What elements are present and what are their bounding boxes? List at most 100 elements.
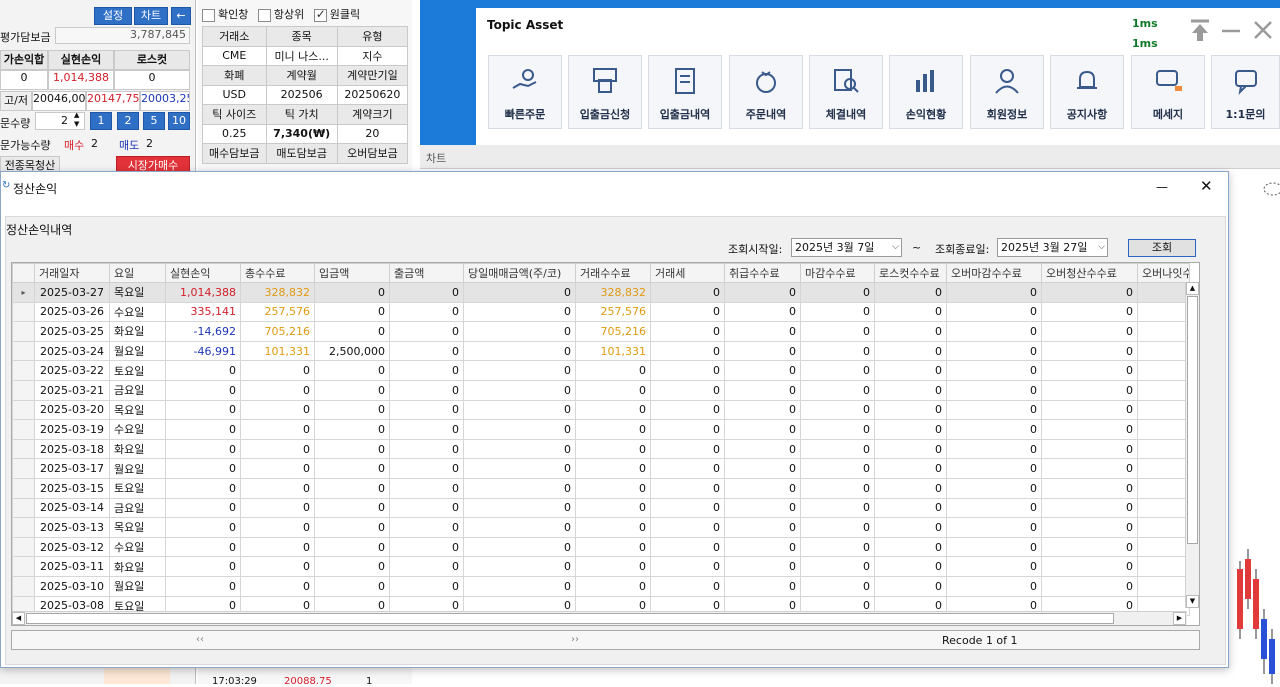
qty-1-button[interactable]: 1 bbox=[90, 112, 112, 130]
scroll-up-icon[interactable]: ▲ bbox=[1186, 282, 1199, 295]
table-row[interactable]: 2025-03-14 금요일 0 0 0 0 0 0 0 0 0 0 0 0 bbox=[12, 497, 1190, 519]
column-header[interactable]: 오버마감수수료 bbox=[946, 263, 1042, 283]
table-row[interactable]: 2025-03-17 월요일 0 0 0 0 0 0 0 0 0 0 0 0 bbox=[12, 458, 1190, 479]
horizontal-scrollbar[interactable]: ◀ ▶ bbox=[12, 611, 1187, 625]
scroll-thumb[interactable] bbox=[26, 613, 1114, 624]
table-cell-pad bbox=[1137, 458, 1190, 479]
tile-fill-history[interactable]: 체결내역 bbox=[809, 55, 883, 129]
stepper-arrows-icon[interactable]: ▲ ▼ bbox=[74, 111, 79, 129]
table-row[interactable]: 2025-03-25 화요일 -14,692 705,216 0 0 0 705,216 0 0 0… bbox=[12, 321, 1190, 342]
column-header[interactable]: 오버청산수수료 bbox=[1041, 263, 1138, 283]
column-header[interactable]: 거래세 bbox=[650, 263, 725, 283]
column-header[interactable]: 당일매매금액(주/코) bbox=[463, 263, 576, 283]
column-header[interactable]: 거래수수료 bbox=[575, 263, 651, 283]
info-header: 계약월 bbox=[265, 65, 338, 86]
tile-quick-order[interactable]: 빠른주문 bbox=[488, 55, 562, 129]
checkbox-checked-icon[interactable] bbox=[313, 7, 327, 22]
one-click-check[interactable]: 원클릭 bbox=[313, 7, 360, 22]
chart-button[interactable]: 차트 bbox=[134, 7, 168, 25]
scroll-right-icon[interactable]: ▶ bbox=[1173, 612, 1186, 625]
row-indicator[interactable] bbox=[12, 301, 35, 323]
query-button[interactable]: 조회 bbox=[1128, 239, 1196, 257]
tile-deposit-history[interactable]: 입출금내역 bbox=[648, 55, 722, 129]
column-header[interactable]: 출금액 bbox=[389, 263, 464, 283]
info-header: 매수담보금 bbox=[202, 143, 267, 164]
table-row[interactable]: 2025-03-19 수요일 0 0 0 0 0 0 0 0 0 0 0 0 bbox=[12, 419, 1190, 440]
row-indicator[interactable] bbox=[12, 419, 35, 440]
table-row[interactable]: 2025-03-24 월요일 -46,991 101,331 2,500,000 0 0 10… bbox=[12, 340, 1190, 362]
next-page-icon[interactable]: ›› bbox=[571, 634, 579, 645]
qty-10-button[interactable]: 10 bbox=[168, 112, 190, 130]
minimize-icon[interactable]: — bbox=[1156, 180, 1168, 194]
column-header[interactable]: 입금액 bbox=[314, 263, 390, 283]
row-pointer-icon[interactable]: ▸ bbox=[12, 282, 35, 303]
tile-notice[interactable]: 공지사항 bbox=[1050, 55, 1124, 129]
pin-top-icon[interactable] bbox=[1189, 18, 1211, 42]
table-cell: 0 bbox=[724, 321, 801, 342]
column-header[interactable]: 실현손익 bbox=[165, 263, 241, 283]
minimize-icon[interactable] bbox=[1221, 18, 1241, 42]
settings-button[interactable]: 설정 bbox=[94, 7, 132, 25]
tile-message[interactable]: 메세지 bbox=[1131, 55, 1205, 129]
scroll-down-icon[interactable]: ▼ bbox=[1186, 595, 1199, 608]
end-date-picker[interactable]: 2025년 3월 27일 ⌵ bbox=[997, 238, 1108, 257]
qty-2-button[interactable]: 2 bbox=[117, 112, 139, 130]
column-header[interactable]: 거래일자 bbox=[34, 263, 110, 283]
chart-tab[interactable]: 차트 bbox=[426, 150, 446, 166]
column-header[interactable]: 취급수수료 bbox=[724, 263, 801, 283]
table-row[interactable]: 2025-03-12 수요일 0 0 0 0 0 0 0 0 0 0 0 0 bbox=[12, 536, 1190, 558]
table-row[interactable]: 2025-03-18 화요일 0 0 0 0 0 0 0 0 0 0 0 0 bbox=[12, 438, 1190, 460]
close-icon[interactable] bbox=[1252, 18, 1274, 42]
table-cell: 0 bbox=[314, 282, 390, 303]
row-indicator[interactable] bbox=[12, 399, 35, 421]
confirm-check[interactable]: 확인창 bbox=[202, 8, 248, 22]
table-row[interactable]: 2025-03-20 목요일 0 0 0 0 0 0 0 0 0 0 0 0 bbox=[12, 399, 1190, 421]
row-indicator[interactable] bbox=[12, 379, 35, 401]
tile-deposit-request[interactable]: 입출금신청 bbox=[568, 55, 642, 129]
always-top-check[interactable]: 항상위 bbox=[257, 8, 304, 22]
row-indicator[interactable] bbox=[12, 575, 35, 597]
table-cell-pad bbox=[1137, 536, 1190, 558]
table-row[interactable]: 2025-03-21 금요일 0 0 0 0 0 0 0 0 0 0 0 0 bbox=[12, 379, 1190, 401]
table-row[interactable]: 2025-03-26 수요일 335,141 257,576 0 0 0 257,576 0 0 0… bbox=[12, 301, 1190, 323]
row-indicator[interactable] bbox=[12, 477, 35, 499]
back-arrow-icon[interactable]: ← bbox=[171, 7, 191, 25]
scroll-thumb[interactable] bbox=[1187, 296, 1198, 544]
row-indicator[interactable] bbox=[12, 556, 35, 577]
chevron-down-icon[interactable]: ⌵ bbox=[1098, 239, 1105, 256]
column-header[interactable]: 총수수료 bbox=[240, 263, 315, 283]
row-indicator[interactable] bbox=[12, 458, 35, 479]
table-row[interactable]: 2025-03-10 월요일 0 0 0 0 0 0 0 0 0 0 0 0 bbox=[12, 575, 1190, 597]
checkbox-icon[interactable] bbox=[257, 8, 271, 22]
vertical-scrollbar[interactable]: ▲ ▼ bbox=[1185, 282, 1199, 608]
tile-member-info[interactable]: 회원정보 bbox=[970, 55, 1044, 129]
table-row[interactable]: 2025-03-15 토요일 0 0 0 0 0 0 0 0 0 0 0 0 bbox=[12, 477, 1190, 499]
column-header[interactable]: 요일 bbox=[109, 263, 166, 283]
column-header[interactable]: 마감수수료 bbox=[800, 263, 875, 283]
table-row[interactable]: 2025-03-13 목요일 0 0 0 0 0 0 0 0 0 0 0 0 bbox=[12, 517, 1190, 538]
chevron-down-icon[interactable]: ⌵ bbox=[892, 239, 899, 256]
row-indicator[interactable] bbox=[12, 321, 35, 342]
table-row[interactable]: ▸ 2025-03-27 목요일 1,014,388 328,832 0 0 0 328,832… bbox=[12, 282, 1190, 303]
table-row[interactable]: 2025-03-22 토요일 0 0 0 0 0 0 0 0 0 0 0 0 bbox=[12, 360, 1190, 381]
column-header[interactable]: 로스컷수수료 bbox=[874, 263, 947, 283]
row-indicator[interactable] bbox=[12, 536, 35, 558]
close-icon[interactable]: ✕ bbox=[1200, 177, 1213, 195]
row-indicator[interactable] bbox=[12, 517, 35, 538]
qty-5-button[interactable]: 5 bbox=[143, 112, 165, 130]
table-cell: 0 bbox=[650, 282, 725, 303]
prev-page-icon[interactable]: ‹‹ bbox=[196, 634, 204, 645]
scroll-left-icon[interactable]: ◀ bbox=[12, 612, 25, 625]
row-indicator[interactable] bbox=[12, 340, 35, 362]
checkbox-icon[interactable] bbox=[202, 8, 215, 22]
tile-order-history[interactable]: 주문내역 bbox=[729, 55, 803, 129]
column-header[interactable]: 오버나잇수 bbox=[1137, 263, 1190, 283]
row-indicator[interactable] bbox=[12, 438, 35, 460]
row-indicator[interactable] bbox=[12, 360, 35, 381]
table-cell: 0 bbox=[389, 321, 464, 342]
start-date-picker[interactable]: 2025년 3월 7일 ⌵ bbox=[791, 238, 902, 257]
tile-pl-status[interactable]: 손익현황 bbox=[889, 55, 963, 129]
tile-inquiry[interactable]: 1:1문의 bbox=[1211, 55, 1280, 129]
table-row[interactable]: 2025-03-11 화요일 0 0 0 0 0 0 0 0 0 0 0 0 bbox=[12, 556, 1190, 577]
row-indicator[interactable] bbox=[12, 497, 35, 519]
